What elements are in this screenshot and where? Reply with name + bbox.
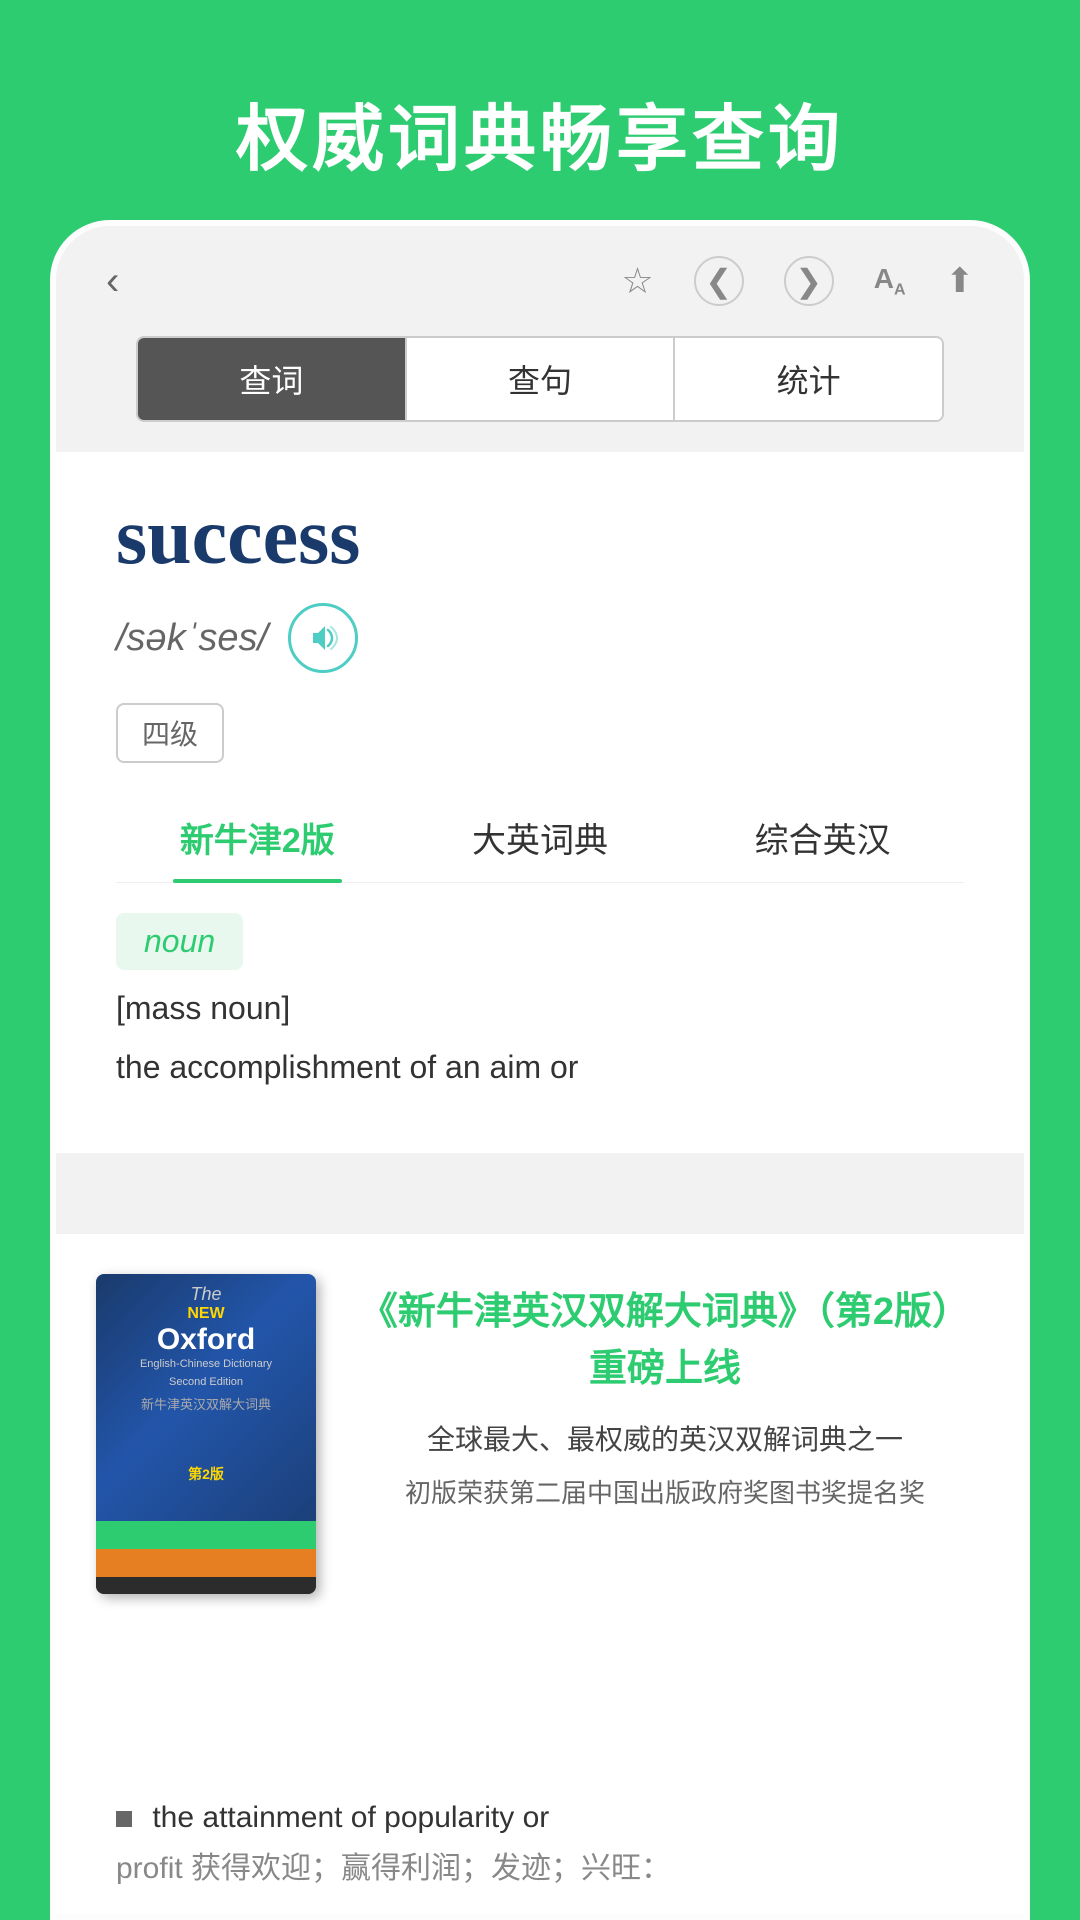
source-tab-britannica[interactable]: 大英词典 [399, 793, 682, 882]
share-icon[interactable]: ⬆ [946, 261, 975, 301]
dict-content: success /səkˈses/ 四级 新牛津2版 大英词典 综合英汉 [56, 452, 1024, 1153]
bottom-def-en: the attainment of popularity or [152, 1801, 549, 1834]
pos-badge: noun [116, 913, 243, 970]
tab-lookup-word[interactable]: 查词 [138, 338, 407, 420]
bottom-def-chinese: profit 获得欢迎；赢得利润；发迹；兴旺： [116, 1843, 964, 1894]
promo-desc1: 全球最大、最权威的英汉双解词典之一 [346, 1418, 984, 1458]
book-the: The [104, 1284, 308, 1305]
tab-statistics[interactable]: 统计 [675, 338, 942, 420]
promo-desc2: 初版荣获第二届中国出版政府奖图书奖提名奖 [346, 1473, 984, 1510]
source-tabs: 新牛津2版 大英词典 综合英汉 [116, 793, 964, 883]
header-title: 权威词典畅享查询 [40, 80, 1040, 185]
bookmark-icon[interactable]: ☆ [621, 260, 653, 302]
book-oxford: Oxford [104, 1323, 308, 1357]
book-green-band [96, 1521, 316, 1549]
source-tab-oxford[interactable]: 新牛津2版 [116, 793, 399, 882]
bottom-def-text: the attainment of popularity or [116, 1792, 964, 1843]
promo-title: 《新牛津英汉双解大词典》（第2版）重磅上线 [346, 1284, 984, 1398]
book-cover: The NEW Oxford English-Chinese Dictionar… [96, 1274, 316, 1594]
audio-button[interactable] [288, 603, 358, 673]
bottom-definition: the attainment of popularity or profit 获… [56, 1772, 1024, 1914]
book-subtitle: English-Chinese Dictionary [104, 1357, 308, 1372]
book-version: 第2版 [96, 1464, 316, 1484]
nav-prev-icon[interactable]: ❮ [694, 256, 744, 306]
tab-bar: 查词 查句 统计 [136, 336, 944, 422]
definition-text: the accomplishment of an aim or [116, 1042, 964, 1093]
level-badge: 四级 [116, 703, 224, 763]
top-bar: ‹ ☆ ❮ ❯ AA ⬆ [56, 226, 1024, 326]
phone-inner: ‹ ☆ ❮ ❯ AA ⬆ 查词 查句 统计 success /səkˈses/ [56, 226, 1024, 1914]
word-title: success [116, 492, 964, 583]
mass-noun: [mass noun] [116, 990, 964, 1027]
nav-next-icon[interactable]: ❯ [784, 256, 834, 306]
phonetic-text: /səkˈses/ [116, 617, 268, 660]
top-icons: ☆ ❮ ❯ AA ⬆ [621, 256, 974, 306]
font-size-icon[interactable]: AA [874, 263, 906, 300]
book-edition: Second Edition [104, 1376, 308, 1388]
source-tab-comprehensive[interactable]: 综合英汉 [681, 793, 964, 882]
header: 权威词典畅享查询 [0, 0, 1080, 225]
book-new: NEW [104, 1305, 308, 1323]
phone-mockup: ‹ ☆ ❮ ❯ AA ⬆ 查词 查句 统计 success /səkˈses/ [50, 220, 1030, 1920]
back-button[interactable]: ‹ [106, 259, 119, 304]
bullet-icon [116, 1811, 132, 1827]
tab-lookup-sentence[interactable]: 查句 [407, 338, 676, 420]
book-chinese-title: 新牛津英汉双解大词典 [96, 1394, 316, 1413]
book-bottom-band [96, 1577, 316, 1594]
promo-text: 《新牛津英汉双解大词典》（第2版）重磅上线 全球最大、最权威的英汉双解词典之一 … [346, 1274, 984, 1510]
side-deco-left [50, 901, 70, 1021]
book-orange-band [96, 1549, 316, 1577]
side-deco-right [1010, 901, 1030, 1021]
phonetic-row: /səkˈses/ [116, 603, 964, 673]
